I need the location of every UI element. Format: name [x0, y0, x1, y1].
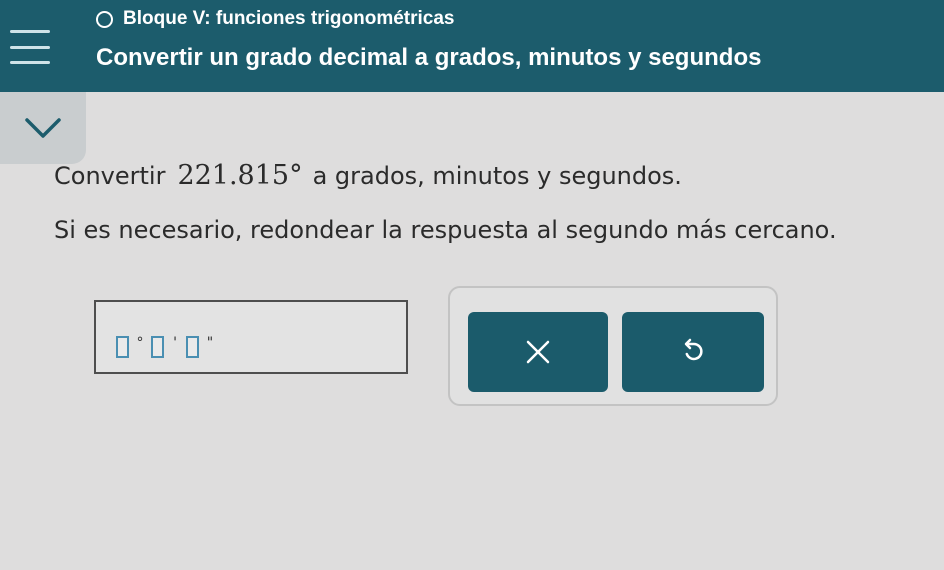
collapse-toggle[interactable]: [0, 92, 86, 164]
undo-button[interactable]: [622, 312, 764, 392]
problem-prefix: Convertir: [54, 162, 166, 190]
clear-button[interactable]: [468, 312, 608, 392]
degree-symbol: °: [136, 335, 144, 351]
undo-icon: [684, 338, 703, 361]
minutes-input[interactable]: [151, 336, 164, 358]
topic-label: Bloque V: funciones trigonométricas: [123, 8, 455, 29]
instruction-text: Si es necesario, redondear la respuesta …: [54, 216, 837, 244]
problem-statement: Convertir 221.815° a grados, minutos y s…: [54, 160, 682, 191]
chevron-down-icon: [25, 118, 61, 138]
problem-value: 221.815°: [177, 160, 303, 191]
problem-suffix: a grados, minutos y segundos.: [312, 162, 682, 190]
seconds-input[interactable]: [186, 336, 199, 358]
page-title: Convertir un grado decimal a grados, min…: [96, 44, 762, 71]
answer-box: ° ' ": [94, 300, 408, 374]
answer-inputs: ° ' ": [116, 336, 221, 358]
topic-row: Bloque V: funciones trigonométricas: [96, 8, 455, 30]
header-bar: Bloque V: funciones trigonométricas Conv…: [0, 0, 944, 92]
degrees-input[interactable]: [116, 336, 129, 358]
second-symbol: ": [206, 335, 214, 351]
close-icon: [526, 340, 550, 364]
circle-icon: [96, 10, 113, 28]
minute-symbol: ': [173, 335, 177, 351]
menu-icon[interactable]: [10, 30, 50, 64]
action-panel: [448, 286, 778, 406]
